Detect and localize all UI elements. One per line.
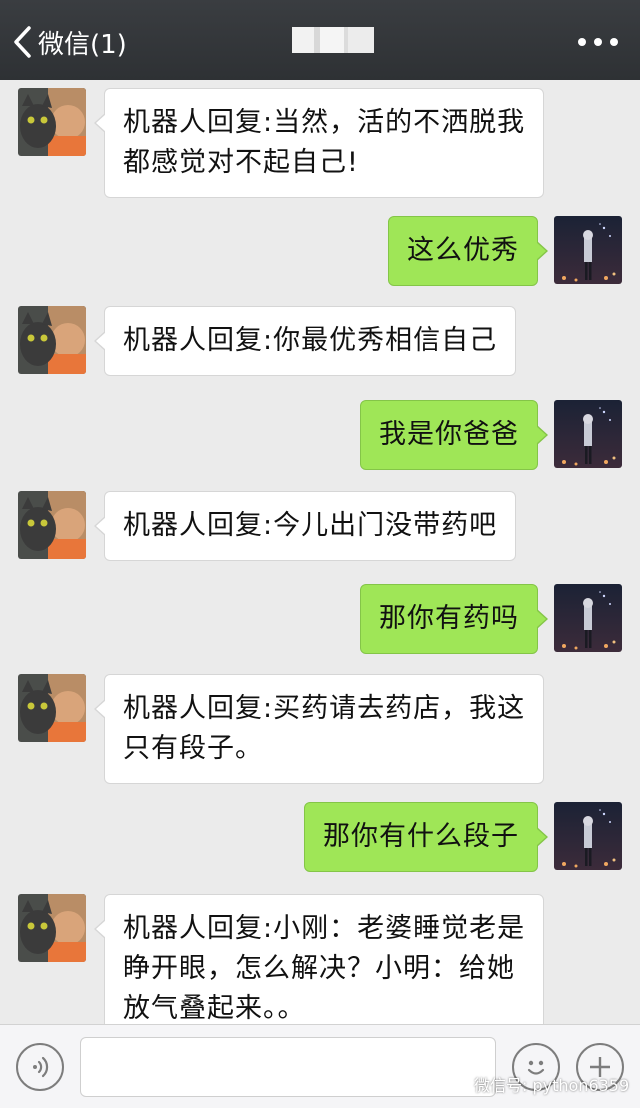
more-button[interactable] bbox=[578, 30, 618, 54]
message-text-line: 我是你爸爸 bbox=[379, 419, 519, 450]
message-bubble-bot[interactable]: 机器人回复:你最优秀相信自己 bbox=[93, 306, 517, 376]
message-text-line: 机器人回复:小刚：老婆睡觉老是 bbox=[123, 913, 526, 944]
more-dots-icon bbox=[578, 38, 618, 46]
message-bubble-me[interactable]: 我是你爸爸 bbox=[360, 400, 548, 470]
message-text-line: 机器人回复:当然，活的不洒脱我 bbox=[123, 107, 526, 138]
night-figure-avatar-icon bbox=[554, 802, 622, 870]
message-bubble-bot[interactable]: 机器人回复:小刚：老婆睡觉老是 睁开眼，怎么解决？小明：给她 放气叠起来。。 bbox=[93, 894, 545, 1024]
message-text-line: 睁开眼，怎么解决？小明：给她 bbox=[123, 953, 515, 984]
message-bubble-me[interactable]: 这么优秀 bbox=[388, 216, 548, 286]
message-bubble-bot[interactable]: 机器人回复:当然，活的不洒脱我 都感觉对不起自己! bbox=[93, 88, 545, 198]
message-text-line: 都感觉对不起自己! bbox=[123, 147, 359, 178]
voice-button[interactable] bbox=[16, 1043, 64, 1091]
cat-and-person-avatar-icon bbox=[18, 674, 86, 742]
cat-and-person-avatar-icon bbox=[18, 894, 86, 962]
message-text-line: 只有段子。 bbox=[123, 733, 263, 764]
message-text-line: 机器人回复:买药请去药店，我这 bbox=[123, 693, 526, 724]
night-figure-avatar-icon bbox=[554, 584, 622, 652]
message-bubble-bot[interactable]: 机器人回复:买药请去药店，我这 只有段子。 bbox=[93, 674, 545, 784]
avatar-bot[interactable] bbox=[18, 88, 86, 156]
message-text-line: 这么优秀 bbox=[407, 235, 519, 266]
chat-message-list[interactable]: 机器人回复:当然，活的不洒脱我 都感觉对不起自己! 这么优秀 机器人回复:你最优… bbox=[0, 80, 640, 1024]
message-text-line: 机器人回复:今儿出门没带药吧 bbox=[123, 510, 498, 541]
cat-and-person-avatar-icon bbox=[18, 306, 86, 374]
cat-and-person-avatar-icon bbox=[18, 88, 86, 156]
avatar-bot[interactable] bbox=[18, 491, 86, 559]
avatar-bot[interactable] bbox=[18, 674, 86, 742]
navigation-bar: 微信(1) bbox=[0, 0, 640, 80]
input-toolbar: 微信号: python6359 bbox=[0, 1024, 640, 1108]
chat-title-redacted bbox=[292, 27, 374, 53]
message-input[interactable] bbox=[80, 1037, 496, 1097]
chevron-left-icon bbox=[14, 26, 31, 58]
avatar-bot[interactable] bbox=[18, 894, 86, 962]
avatar-me[interactable] bbox=[554, 400, 622, 468]
avatar-me[interactable] bbox=[554, 802, 622, 870]
back-button[interactable]: 微信(1) bbox=[12, 22, 127, 62]
message-text-line: 那你有什么段子 bbox=[323, 821, 519, 852]
wechat-watermark: 微信号: python6359 bbox=[448, 1069, 629, 1099]
message-text-line: 放气叠起来。。 bbox=[123, 993, 306, 1024]
message-text-line: 那你有药吗 bbox=[379, 603, 519, 634]
voice-icon bbox=[33, 1056, 49, 1078]
avatar-bot[interactable] bbox=[18, 306, 86, 374]
wechat-logo-icon bbox=[448, 1075, 468, 1092]
night-figure-avatar-icon bbox=[554, 216, 622, 284]
message-bubble-bot[interactable]: 机器人回复:今儿出门没带药吧 bbox=[93, 491, 517, 561]
message-bubble-me[interactable]: 那你有什么段子 bbox=[304, 802, 548, 872]
message-text-line: 机器人回复:你最优秀相信自己 bbox=[123, 325, 498, 356]
avatar-me[interactable] bbox=[554, 584, 622, 652]
watermark-text: 微信号: python6359 bbox=[474, 1076, 630, 1095]
night-figure-avatar-icon bbox=[554, 400, 622, 468]
message-bubble-me[interactable]: 那你有药吗 bbox=[360, 584, 548, 654]
back-label: 微信(1) bbox=[38, 29, 127, 60]
cat-and-person-avatar-icon bbox=[18, 491, 86, 559]
avatar-me[interactable] bbox=[554, 216, 622, 284]
